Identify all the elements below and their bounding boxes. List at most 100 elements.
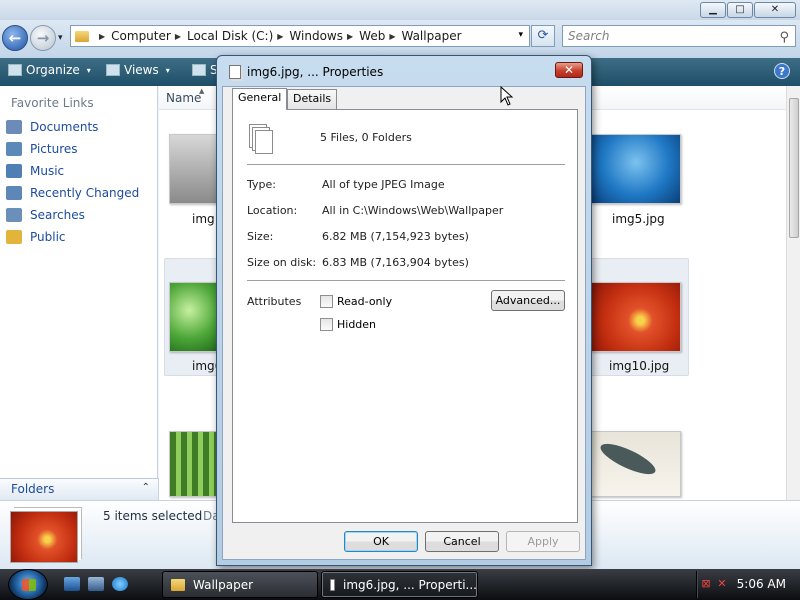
sidebar-item-label: Music bbox=[30, 164, 65, 178]
selection-summary: 5 items selected bbox=[103, 509, 203, 523]
show-desktop-icon[interactable] bbox=[64, 577, 80, 591]
column-header-name[interactable]: Name bbox=[166, 91, 201, 105]
notification-area: ⊠ ✕ 5:06 AM bbox=[696, 571, 800, 598]
location-label: Location: bbox=[247, 204, 298, 217]
size-value: 6.82 MB (7,154,923 bytes) bbox=[322, 230, 469, 243]
organize-icon bbox=[8, 64, 22, 76]
vertical-scrollbar[interactable] bbox=[786, 86, 800, 500]
checkbox-box[interactable] bbox=[320, 318, 333, 331]
help-button[interactable]: ? bbox=[774, 63, 790, 79]
selection-preview-thumbnail bbox=[10, 511, 78, 563]
divider bbox=[247, 280, 565, 281]
thumbnail-img6[interactable] bbox=[169, 282, 219, 352]
sidebar-item-public[interactable]: Public bbox=[6, 230, 66, 244]
thumbnail-bamboo[interactable] bbox=[169, 431, 219, 497]
switch-windows-icon[interactable] bbox=[88, 577, 104, 591]
koi-fish-shape bbox=[597, 438, 659, 480]
taskbar-button-properties[interactable]: img6.jpg, ... Properti... bbox=[321, 571, 478, 598]
sidebar-item-searches[interactable]: Searches bbox=[6, 208, 85, 222]
sidebar-item-documents[interactable]: Documents bbox=[6, 120, 98, 134]
address-dropdown-icon[interactable]: ▾ bbox=[518, 30, 523, 40]
breadcrumb-local-disk[interactable]: Local Disk (C:) bbox=[187, 29, 273, 43]
breadcrumb-separator-icon[interactable]: ▶ bbox=[347, 32, 353, 41]
breadcrumb-separator-icon[interactable]: ▶ bbox=[99, 32, 105, 41]
tab-details[interactable]: Details bbox=[287, 89, 338, 109]
folder-icon bbox=[171, 578, 185, 591]
sidebar-item-label: Pictures bbox=[30, 142, 78, 156]
thumbnail-img5[interactable] bbox=[591, 134, 681, 204]
taskbar-button-wallpaper[interactable]: Wallpaper bbox=[162, 571, 318, 598]
advanced-button[interactable]: Advanced... bbox=[491, 290, 565, 311]
taskbar: Wallpaper img6.jpg, ... Properti... ⊠ ✕ … bbox=[0, 569, 800, 600]
sidebar-item-recently-changed[interactable]: Recently Changed bbox=[6, 186, 139, 200]
type-value: All of type JPEG Image bbox=[322, 178, 445, 191]
hidden-checkbox[interactable]: Hidden bbox=[320, 318, 376, 331]
internet-explorer-icon[interactable] bbox=[112, 577, 128, 591]
back-arrow-icon: ← bbox=[8, 29, 22, 47]
search-placeholder: Search bbox=[568, 29, 610, 43]
file-name-img5[interactable]: img5.jpg bbox=[612, 212, 665, 226]
sidebar-item-label: Documents bbox=[30, 120, 99, 134]
apply-button[interactable]: Apply bbox=[506, 531, 580, 552]
chevron-down-icon: ▾ bbox=[86, 65, 91, 75]
views-label: Views bbox=[124, 63, 159, 77]
search-input[interactable]: Search ⚲ bbox=[562, 25, 796, 47]
breadcrumb-web[interactable]: Web bbox=[359, 29, 385, 43]
ok-button[interactable]: OK bbox=[344, 531, 418, 552]
address-bar[interactable]: ▶ Computer ▶ Local Disk (C:) ▶ Windows ▶… bbox=[70, 25, 530, 47]
help-icon: ? bbox=[778, 65, 786, 78]
file-name-img10[interactable]: img10.jpg bbox=[609, 359, 669, 373]
breadcrumb-separator-icon[interactable]: ▶ bbox=[277, 32, 283, 41]
recent-pages-dropdown[interactable]: ▾ bbox=[58, 33, 63, 43]
readonly-checkbox[interactable]: Read-only bbox=[320, 295, 392, 308]
breadcrumb-computer[interactable]: Computer bbox=[111, 29, 171, 43]
maximize-button[interactable]: □ bbox=[727, 2, 753, 18]
task-label: img6.jpg, ... Properti... bbox=[343, 577, 477, 592]
clock[interactable]: 5:06 AM bbox=[737, 577, 786, 591]
folders-toggle[interactable]: Folders ⌃ bbox=[0, 478, 159, 500]
sidebar-item-music[interactable]: Music bbox=[6, 164, 64, 178]
folder-icon bbox=[75, 30, 89, 42]
multiple-files-icon bbox=[249, 124, 273, 154]
search-icon[interactable]: ⚲ bbox=[779, 28, 789, 48]
thumbnail-img10[interactable] bbox=[591, 282, 681, 352]
music-icon bbox=[6, 164, 22, 178]
start-button[interactable] bbox=[8, 569, 48, 600]
sidebar-item-pictures[interactable]: Pictures bbox=[6, 142, 78, 156]
general-tab-panel: 5 Files, 0 Folders Type: All of type JPE… bbox=[232, 109, 578, 523]
minimize-button[interactable]: ▁ bbox=[700, 2, 726, 18]
breadcrumb-wallpaper[interactable]: Wallpaper bbox=[401, 29, 461, 43]
readonly-label: Read-only bbox=[337, 295, 393, 308]
sidebar-item-label: Recently Changed bbox=[30, 186, 140, 200]
window-controls: ▁ □ ✕ bbox=[700, 2, 796, 18]
cancel-button[interactable]: Cancel bbox=[425, 531, 499, 552]
explorer-title-bar: ▁ □ ✕ bbox=[0, 0, 800, 20]
size-label: Size: bbox=[247, 230, 274, 243]
volume-muted-icon[interactable]: ✕ bbox=[715, 577, 729, 591]
network-icon[interactable]: ⊠ bbox=[699, 577, 713, 591]
back-button[interactable]: ← bbox=[2, 25, 28, 51]
breadcrumb-windows[interactable]: Windows bbox=[289, 29, 343, 43]
thumbnail-koi[interactable] bbox=[591, 431, 681, 497]
views-icon bbox=[106, 64, 120, 76]
refresh-button[interactable]: ⟳ bbox=[531, 25, 555, 47]
close-window-button[interactable]: ✕ bbox=[754, 2, 796, 18]
scrollbar-thumb[interactable] bbox=[789, 98, 799, 238]
dialog-close-button[interactable]: ✕ bbox=[555, 62, 583, 78]
organize-button[interactable]: Organize ▾ bbox=[8, 63, 91, 77]
views-button[interactable]: Views ▾ bbox=[106, 63, 170, 77]
type-label: Type: bbox=[247, 178, 276, 191]
checkbox-box[interactable] bbox=[320, 295, 333, 308]
mouse-cursor-icon bbox=[500, 86, 514, 106]
folders-label: Folders bbox=[11, 482, 55, 496]
breadcrumb-separator-icon[interactable]: ▶ bbox=[175, 32, 181, 41]
task-label: Wallpaper bbox=[193, 577, 254, 592]
location-value: All in C:\Windows\Web\Wallpaper bbox=[322, 204, 504, 217]
tab-general[interactable]: General bbox=[232, 88, 288, 110]
breadcrumb-separator-icon[interactable]: ▶ bbox=[389, 32, 395, 41]
sidebar-item-label: Searches bbox=[30, 208, 85, 222]
forward-button[interactable]: → bbox=[30, 25, 56, 51]
size-on-disk-label: Size on disk: bbox=[247, 256, 317, 269]
dialog-body: General Details 5 Files, 0 Folders Type:… bbox=[222, 86, 586, 560]
slideshow-button[interactable]: S bbox=[192, 63, 218, 77]
